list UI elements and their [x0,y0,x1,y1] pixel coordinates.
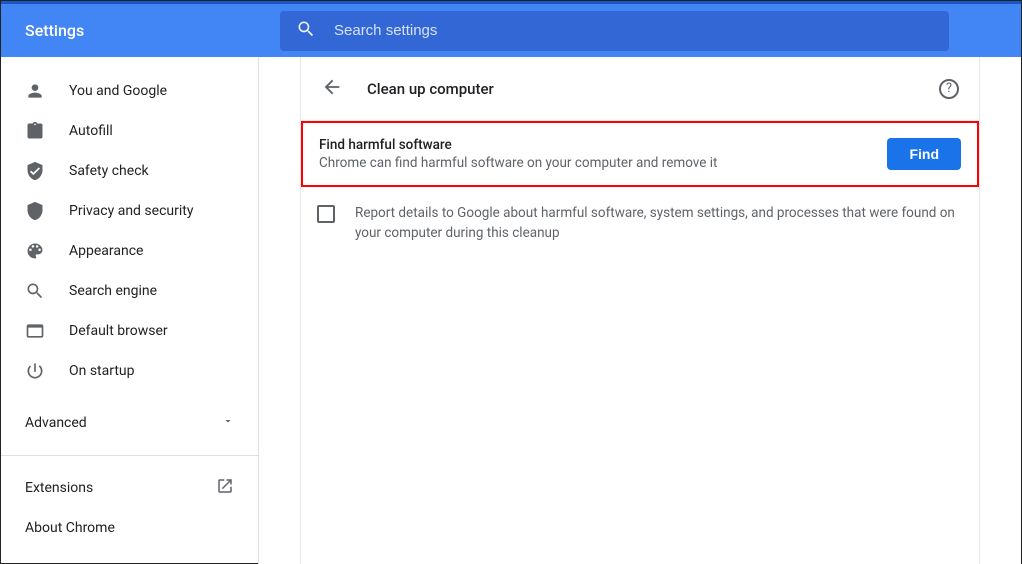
find-title: Find harmful software [319,137,871,153]
shield-icon [25,201,45,221]
page-title: Clean up computer [367,80,939,98]
report-row: Report details to Google about harmful s… [301,187,979,260]
sidebar-item-label: Privacy and security [69,203,193,219]
magnify-icon [25,281,45,301]
back-icon[interactable] [321,76,343,102]
sidebar-item-label: Appearance [69,243,143,259]
about-label: About Chrome [25,520,115,536]
find-harmful-row: Find harmful software Chrome can find ha… [301,121,979,187]
report-text: Report details to Google about harmful s… [355,203,963,244]
sidebar-item-label: You and Google [69,83,167,99]
sidebar-advanced[interactable]: Advanced [1,403,258,443]
top-bar: Settings [1,1,1021,57]
clipboard-icon [25,121,45,141]
report-checkbox[interactable] [317,205,335,223]
sidebar-item-label: Default browser [69,323,168,339]
advanced-label: Advanced [25,415,87,431]
chevron-down-icon [222,415,234,431]
sidebar-item-you-and-google[interactable]: You and Google [1,71,258,111]
search-bar[interactable] [280,11,949,51]
sidebar-item-label: Autofill [69,123,113,139]
divider [1,455,258,456]
sidebar-extensions[interactable]: Extensions [1,468,258,508]
sidebar-item-privacy[interactable]: Privacy and security [1,191,258,231]
sidebar-item-label: On startup [69,363,135,379]
sidebar-item-safety-check[interactable]: Safety check [1,151,258,191]
palette-icon [25,241,45,261]
content-area: Clean up computer ? Find harmful softwar… [259,57,1021,564]
search-icon [296,19,316,43]
sidebar-item-default-browser[interactable]: Default browser [1,311,258,351]
sidebar-item-label: Search engine [69,283,157,299]
power-icon [25,361,45,381]
extensions-label: Extensions [25,480,93,496]
sidebar-about[interactable]: About Chrome [1,508,258,548]
find-button[interactable]: Find [887,138,961,170]
sidebar: You and Google Autofill Safety check Pri… [1,57,259,564]
open-external-icon [216,477,234,499]
person-icon [25,81,45,101]
sidebar-item-search-engine[interactable]: Search engine [1,271,258,311]
browser-icon [25,321,45,341]
settings-title: Settings [25,21,280,40]
search-input[interactable] [334,22,933,39]
find-subtitle: Chrome can find harmful software on your… [319,155,871,171]
help-icon[interactable]: ? [939,79,959,99]
page-header: Clean up computer ? [301,57,979,121]
sidebar-item-appearance[interactable]: Appearance [1,231,258,271]
sidebar-item-on-startup[interactable]: On startup [1,351,258,391]
shield-check-icon [25,161,45,181]
sidebar-item-label: Safety check [69,163,149,179]
sidebar-item-autofill[interactable]: Autofill [1,111,258,151]
